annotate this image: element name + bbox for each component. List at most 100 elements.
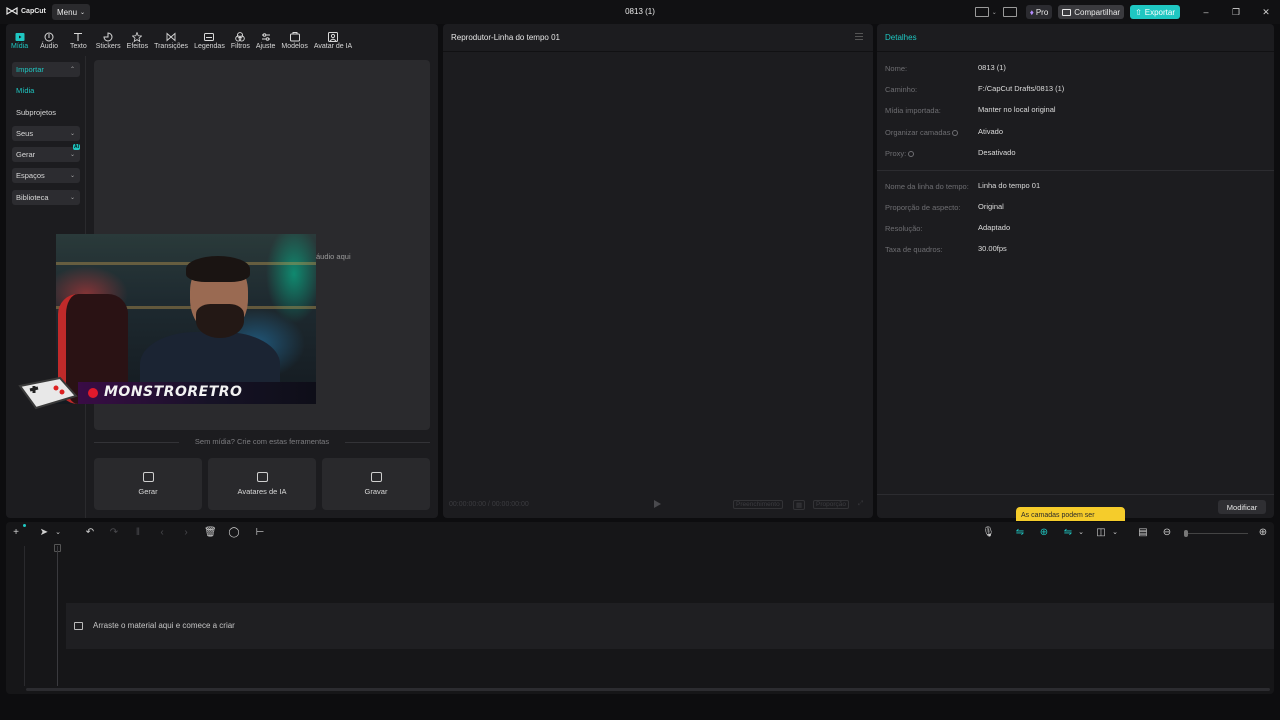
tab-captions[interactable]: Legendas [191,24,228,50]
sidebar-item-label: Subprojetos [16,108,57,117]
menu-button[interactable]: Menu ⌄ [52,4,91,20]
chevron-down-icon[interactable]: ⌄ [1075,527,1087,539]
aspect-ratio-button[interactable]: Proporção [813,500,849,509]
tab-label: Transições [154,43,189,50]
divider [877,494,1274,495]
info-icon[interactable] [908,151,915,157]
media-icon [15,33,25,41]
streamer-banner: MONSTRORETRO [16,374,316,412]
tab-adjust[interactable]: Ajuste [253,24,278,50]
hamburger-menu-icon[interactable] [855,33,863,40]
timeline-panel: + ➤ ⌄ ↶ ↷ ‖ ‹ › 🗑 ◯ ⊢ 🎙 ⇋ ⊕ ⇋ ⌄ ◫ ⌄ ▤ ⊖ … [6,522,1274,694]
detail-label-row: Proxy: [885,149,915,158]
track-hint-text: Arraste o material aqui e comece a criar [93,621,235,630]
divider [443,51,873,52]
chevron-down-icon: ⌄ [80,9,86,16]
sidebar-item-import[interactable]: Importar ⌃ [12,62,80,77]
shield-icon[interactable]: ◯ [228,527,240,539]
sidebar-item-generate[interactable]: Gerar ⌄ AI [12,144,80,162]
tab-effects[interactable]: Efeitos [124,24,151,50]
layout-icon[interactable] [974,7,989,17]
ai-avatars-card[interactable]: Avatares de IA [208,458,316,510]
add-icon[interactable]: + [10,527,22,539]
detail-value: Linha do tempo 01 [978,181,1041,190]
restore-icon[interactable]: ❐ [1224,7,1248,18]
modify-button[interactable]: Modificar [1218,500,1266,514]
pro-button[interactable]: ♦ Pro [1025,5,1053,19]
fullscreen-icon[interactable]: ⤢ [856,500,865,508]
crop-icon[interactable]: ▦ [793,500,806,510]
record-icon [370,472,382,482]
filters-icon [235,32,246,42]
tab-transitions[interactable]: Transições [151,24,191,50]
tab-audio[interactable]: Áudio [37,24,61,50]
keyboard-icon[interactable] [1002,7,1017,17]
ai-avatars-icon [256,472,268,482]
magnet-icon[interactable]: ⊕ [1038,527,1050,539]
zoom-slider[interactable] [1184,533,1248,534]
detail-label: Caminho: [885,85,918,94]
tool-tabs: Mídia Áudio Texto Stickers Efeitos Trans… [6,24,438,52]
share-button[interactable]: Compartilhar [1058,5,1125,19]
layers-tooltip: As camadas podem ser [1016,507,1125,521]
shelf-decoration [56,262,316,265]
delete-icon[interactable]: 🗑 [204,527,217,539]
record-card[interactable]: Gravar [322,458,430,510]
info-icon[interactable] [952,130,959,136]
crop-timeline-icon[interactable]: ⊢ [254,527,266,539]
tab-ai-avatar[interactable]: Avatar de IA [311,24,355,50]
select-pointer-icon[interactable]: ➤ [38,527,50,539]
chevron-down-icon[interactable]: ⌄ [992,9,997,16]
split-right-icon[interactable]: › [180,527,192,539]
tool-card-label: Avatares de IA [237,487,287,496]
chevron-down-icon[interactable]: ⌄ [1109,527,1121,539]
preview-axis-icon[interactable]: ◫ [1095,527,1107,539]
detail-label: Mídia importada: [885,106,941,115]
app-logo-text: CapCut [21,7,46,15]
main-track[interactable] [66,603,1274,649]
timeline-scrollbar[interactable] [26,688,1270,691]
playhead[interactable] [57,546,58,686]
sidebar-item-media[interactable]: Mídia [12,83,80,98]
person-hair [186,256,250,282]
generate-icon [142,472,154,482]
tab-templates[interactable]: Modelos [278,24,310,50]
split-icon[interactable]: ‖ [132,527,144,539]
fill-mode-button[interactable]: Preenchimento [733,500,783,509]
sidebar-item-library[interactable]: Biblioteca ⌄ [12,190,80,205]
detail-value: 0813 (1) [978,63,1006,72]
audio-icon [44,32,54,42]
chevron-down-icon: ⌄ [69,195,75,201]
sidebar-item-label: Espaços [16,171,45,180]
detail-label: Proporção de aspecto: [885,203,961,212]
play-icon[interactable] [654,500,661,508]
undo-icon[interactable]: ↶ [84,527,96,539]
detail-value: Adaptado [978,223,1011,232]
tab-stickers[interactable]: Stickers [93,24,124,50]
link-main-track-icon[interactable]: ⇋ [1014,527,1026,539]
generate-card[interactable]: Gerar [94,458,202,510]
zoom-out-icon[interactable]: ⊖ [1161,527,1173,539]
close-icon[interactable]: ✕ [1254,7,1278,18]
controller-logo-icon [18,376,78,410]
zoom-in-icon[interactable]: ⊕ [1257,527,1269,539]
microphone-icon[interactable]: 🎙 [982,527,995,539]
zoom-slider-knob[interactable] [1184,530,1188,537]
tab-label: Ajuste [255,43,276,50]
split-left-icon[interactable]: ‹ [156,527,168,539]
export-button[interactable]: ⇧ Exportar [1130,5,1180,19]
sidebar-item-subprojects[interactable]: Subprojetos [12,105,80,120]
tab-filters[interactable]: Filtros [228,24,253,50]
sidebar-item-spaces[interactable]: Espaços ⌄ [12,168,80,183]
tab-label: Texto [70,43,87,50]
minimize-icon[interactable]: – [1194,7,1218,17]
link-icon[interactable]: ⇋ [1062,527,1074,539]
sidebar-item-yours[interactable]: Seus ⌄ [12,126,80,141]
subtitle-icon[interactable]: ▤ [1137,527,1149,539]
tab-label: Stickers [95,43,121,50]
tab-media[interactable]: Mídia [8,24,31,50]
redo-icon[interactable]: ↷ [108,527,120,539]
detail-value: Ativado [978,127,1004,136]
tab-text[interactable]: Texto [67,24,90,50]
chevron-down-icon[interactable]: ⌄ [52,527,64,539]
